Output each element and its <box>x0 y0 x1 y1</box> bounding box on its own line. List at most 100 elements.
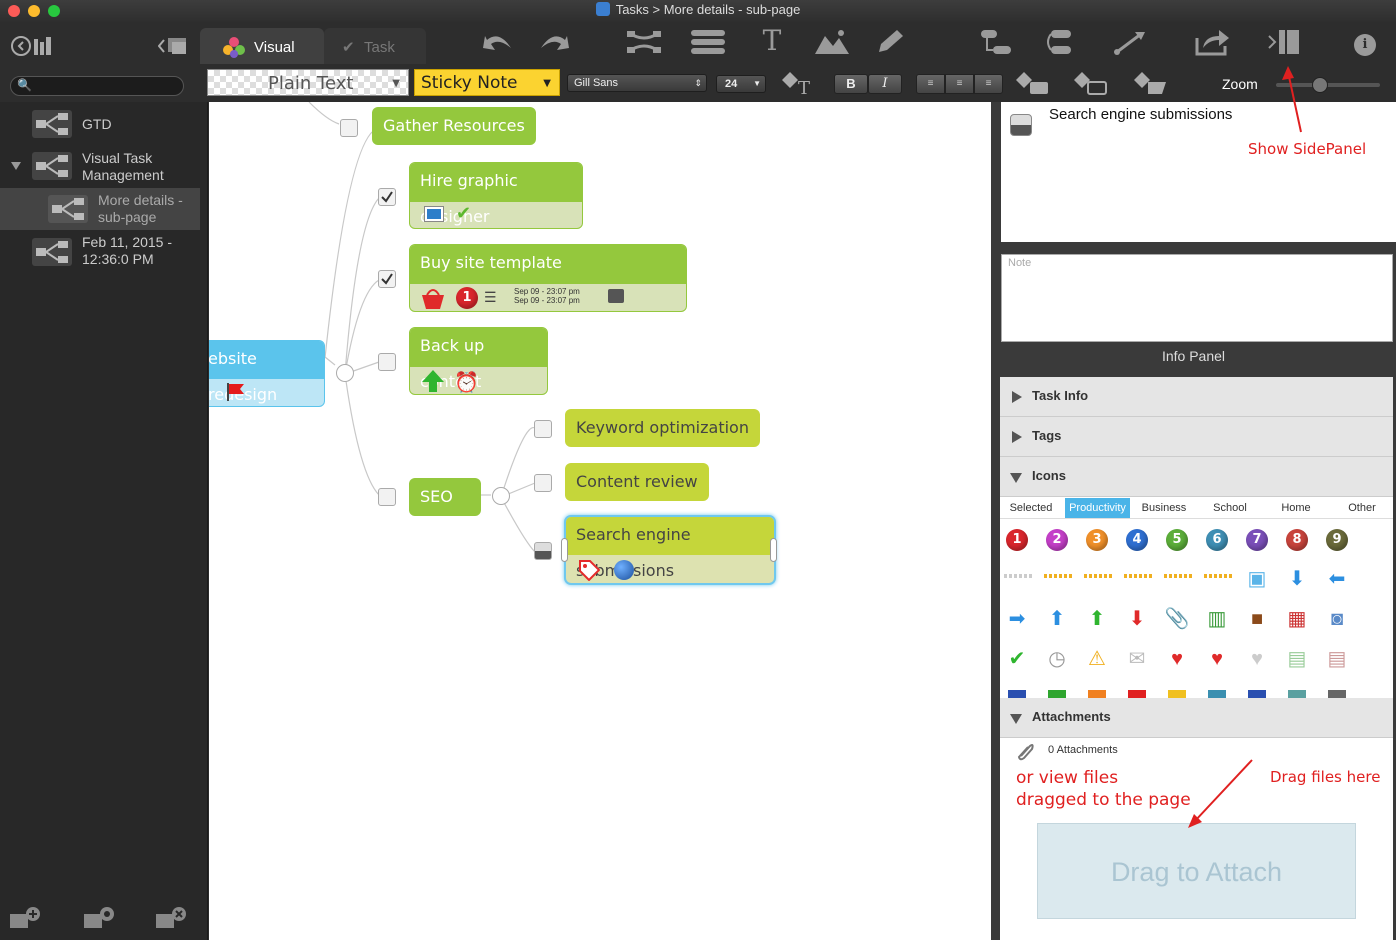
sticky-note-select[interactable]: Sticky Note ▼ <box>414 69 560 96</box>
updown-icon: ⇕ <box>694 78 702 88</box>
warning-icon[interactable]: ⚠ <box>1084 646 1110 672</box>
node-buy-site-template[interactable]: Buy site template 1 ☰ Sep 09 - 23:07 pm … <box>409 244 687 312</box>
priority-1-icon[interactable]: 1 <box>1006 529 1028 551</box>
maximize-window-button[interactable] <box>48 5 60 17</box>
star-rating-0-icon[interactable] <box>1004 574 1032 578</box>
task-checkbox[interactable] <box>534 474 552 492</box>
align-center-button[interactable]: ≡ <box>945 74 974 94</box>
task-checkbox-checked[interactable] <box>378 188 396 206</box>
camera-icon[interactable]: ◙ <box>1324 606 1350 632</box>
font-select-value: Gill Sans <box>574 77 619 89</box>
arrow-up-icon[interactable]: ⬆ <box>1044 606 1070 632</box>
sidebar-item-feb-11[interactable]: Feb 11, 2015 - 12:36:0 PM <box>0 234 200 268</box>
shape-style-icon[interactable] <box>1132 70 1168 96</box>
minimize-window-button[interactable] <box>28 5 40 17</box>
font-select[interactable]: Gill Sans ⇕ <box>567 74 707 92</box>
icon-tab-productivity[interactable]: Productivity <box>1065 498 1130 518</box>
close-window-button[interactable] <box>8 5 20 17</box>
task-checkbox[interactable] <box>340 119 358 137</box>
node-keyword-optimization[interactable]: Keyword optimization <box>565 409 760 447</box>
clock-icon[interactable]: ◷ <box>1044 646 1070 672</box>
image-tool-icon[interactable] <box>812 28 852 62</box>
relationship-icon[interactable] <box>624 28 664 62</box>
arrow-left-icon[interactable]: ⬅ <box>1324 566 1350 592</box>
star-rating-2-icon[interactable] <box>1084 574 1112 578</box>
sidebar-item-visual-task-management[interactable]: Visual Task Management <box>0 150 200 184</box>
star-rating-1-icon[interactable] <box>1044 574 1072 578</box>
sidebar-item-label: Visual Task Management <box>82 150 164 183</box>
add-sibling-icon[interactable] <box>1042 28 1082 62</box>
show-sidepanel-icon[interactable] <box>1264 28 1304 62</box>
map-settings-icon[interactable] <box>84 906 116 930</box>
resize-handle-right[interactable] <box>770 538 777 562</box>
arrow-up-green-icon[interactable]: ⬆ <box>1084 606 1110 632</box>
task-checkbox-partial[interactable] <box>534 542 552 560</box>
align-right-button[interactable]: ≡ <box>974 74 1003 94</box>
collapse-toggle[interactable] <box>492 487 510 505</box>
collapse-toggle[interactable] <box>336 364 354 382</box>
align-left-button[interactable]: ≡ <box>916 74 945 94</box>
sidebar-item-more-details[interactable]: More details - sub-page <box>0 188 200 230</box>
tab-task[interactable]: ✔ Task <box>324 28 426 64</box>
sticky-note-value: Sticky Note <box>421 73 518 93</box>
envelope-icon[interactable]: ✉ <box>1124 646 1150 672</box>
mindmap-canvas[interactable]: ebsite redesign Gather Resources Hire gr… <box>209 102 991 940</box>
tab-visual-label: Visual <box>254 39 295 56</box>
disclosure-triangle-icon <box>1012 391 1022 403</box>
add-map-icon[interactable] <box>10 906 42 930</box>
task-checkbox[interactable] <box>534 420 552 438</box>
resize-handle-left[interactable] <box>561 538 568 562</box>
undo-icon[interactable] <box>478 28 518 62</box>
node-title: Search engine submissions <box>566 517 774 580</box>
arrow-down-red-icon[interactable]: ⬇ <box>1124 606 1150 632</box>
app-icon <box>595 2 610 16</box>
priority-3-icon[interactable]: 3 <box>1086 529 1108 551</box>
node-root[interactable]: ebsite redesign <box>209 340 325 407</box>
bold-button[interactable]: B <box>834 74 868 94</box>
node-seo[interactable]: SEO <box>409 478 481 516</box>
search-field[interactable]: 🔍 <box>10 76 184 96</box>
sidebar-item-gtd[interactable]: GTD <box>0 110 200 138</box>
size-select[interactable]: 24 ▼ <box>716 75 766 93</box>
priority-4-icon[interactable]: 4 <box>1126 529 1148 551</box>
list-layout-icon[interactable] <box>688 28 728 62</box>
document-delete-icon[interactable]: ▤ <box>1324 646 1350 672</box>
annotation-view-files-2: dragged to the page <box>1016 790 1191 810</box>
italic-button[interactable]: I <box>868 74 902 94</box>
node-gather-resources[interactable]: Gather Resources <box>372 107 536 145</box>
library-icon[interactable] <box>10 33 58 59</box>
fill-color-icon[interactable] <box>1014 70 1050 96</box>
icon-tab-other[interactable]: Other <box>1331 498 1393 518</box>
share-icon[interactable] <box>1192 28 1232 62</box>
checkmark-icon[interactable]: ✔ <box>1004 646 1030 672</box>
text-tool-icon[interactable]: T <box>752 26 792 56</box>
style-select[interactable]: Plain Text ▼ <box>207 69 409 96</box>
border-color-icon[interactable] <box>1072 70 1108 96</box>
priority-9-icon[interactable]: 9 <box>1326 529 1348 551</box>
delete-map-icon[interactable] <box>156 906 188 930</box>
node-back-up-content[interactable]: Back up content ⏰ <box>409 327 548 395</box>
text-color-icon[interactable]: T <box>780 70 816 99</box>
collapse-sidebar-icon[interactable] <box>157 34 190 58</box>
priority-2-icon[interactable]: 2 <box>1046 529 1068 551</box>
style-select-value: Plain Text <box>268 73 354 94</box>
star-rating-3-icon[interactable] <box>1124 574 1152 578</box>
task-checkbox[interactable] <box>378 488 396 506</box>
arrow-right-icon[interactable]: ➡ <box>1004 606 1030 632</box>
globe-icon <box>614 560 634 580</box>
icon-tab-selected[interactable]: Selected <box>1000 498 1062 518</box>
redo-icon[interactable] <box>534 28 574 62</box>
task-checkbox-checked[interactable] <box>378 270 396 288</box>
node-content-review[interactable]: Content review <box>565 463 709 501</box>
task-status-checkbox[interactable] <box>1010 114 1032 136</box>
pencil-icon[interactable] <box>870 28 910 62</box>
info-icon[interactable]: i <box>1354 34 1376 56</box>
connector-icon[interactable] <box>1110 28 1150 62</box>
add-child-icon[interactable] <box>976 28 1016 62</box>
node-search-engine-submissions[interactable]: Search engine submissions <box>564 515 776 585</box>
tab-visual[interactable]: Visual <box>200 28 324 64</box>
node-hire-graphic-designer[interactable]: Hire graphic designer ✔ <box>409 162 583 229</box>
tab-task-label: Task <box>364 39 395 56</box>
task-checkbox[interactable] <box>378 353 396 371</box>
sidebar-item-label: More details - sub-page <box>98 192 183 225</box>
